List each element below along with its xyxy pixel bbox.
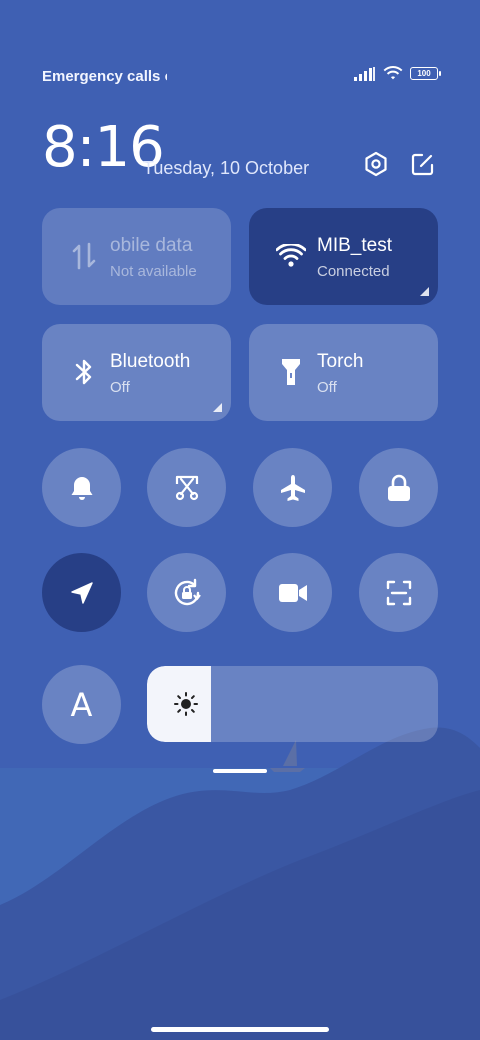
panel-drag-handle[interactable]: [213, 769, 267, 773]
toggle-airplane-mode[interactable]: [253, 448, 332, 527]
tile-mobile-data[interactable]: obile data Not available: [42, 208, 231, 305]
tile-subtitle: Not available: [110, 263, 197, 280]
toggle-auto-brightness[interactable]: A: [42, 665, 121, 744]
settings-icon[interactable]: [362, 150, 390, 178]
tile-subtitle: Off: [110, 379, 130, 396]
tile-subtitle: Connected: [317, 263, 390, 280]
tile-bluetooth[interactable]: Bluetooth Off: [42, 324, 231, 421]
location-arrow-icon: [70, 581, 93, 604]
scan-icon: [386, 580, 411, 605]
toggle-rotation-lock[interactable]: [147, 553, 226, 632]
expand-corner-icon[interactable]: [420, 287, 429, 296]
signal-icon: [354, 66, 375, 81]
toggle-screen-recorder[interactable]: [253, 553, 332, 632]
sun-icon: [174, 692, 198, 716]
video-camera-icon: [278, 583, 307, 602]
toggle-lock-screen[interactable]: [359, 448, 438, 527]
wifi-icon: [383, 66, 403, 80]
status-icons: 100: [354, 66, 441, 81]
tile-title: Torch: [317, 351, 364, 372]
scissors-icon: [175, 475, 198, 500]
toggle-location[interactable]: [42, 553, 121, 632]
edit-icon[interactable]: [409, 150, 437, 178]
tile-torch[interactable]: Torch Off: [249, 324, 438, 421]
wifi-icon: [275, 240, 307, 272]
torch-icon: [275, 356, 307, 388]
status-carrier-text: Emergency calls o: [42, 68, 167, 85]
battery-icon: 100: [410, 67, 441, 80]
lock-icon: [387, 474, 410, 501]
tile-subtitle: Off: [317, 379, 337, 396]
expand-corner-icon[interactable]: [213, 403, 222, 412]
bluetooth-icon: [68, 356, 100, 388]
bell-icon: [71, 476, 92, 500]
tile-title: Bluetooth: [110, 351, 191, 372]
tile-title: obile data: [110, 235, 193, 256]
tile-title: MIB_test: [317, 235, 392, 256]
toggle-ringer[interactable]: [42, 448, 121, 527]
font-a-icon: A: [70, 685, 93, 724]
tile-wifi[interactable]: MIB_test Connected: [249, 208, 438, 305]
home-indicator[interactable]: [151, 1027, 329, 1032]
toggle-screenshot[interactable]: [147, 448, 226, 527]
mobile-data-icon: [68, 240, 100, 272]
airplane-icon: [280, 474, 305, 501]
rotation-lock-icon: [174, 578, 201, 605]
brightness-slider[interactable]: [147, 666, 438, 742]
clock-date: Tuesday, 10 October: [143, 158, 310, 178]
toggle-scanner[interactable]: [359, 553, 438, 632]
